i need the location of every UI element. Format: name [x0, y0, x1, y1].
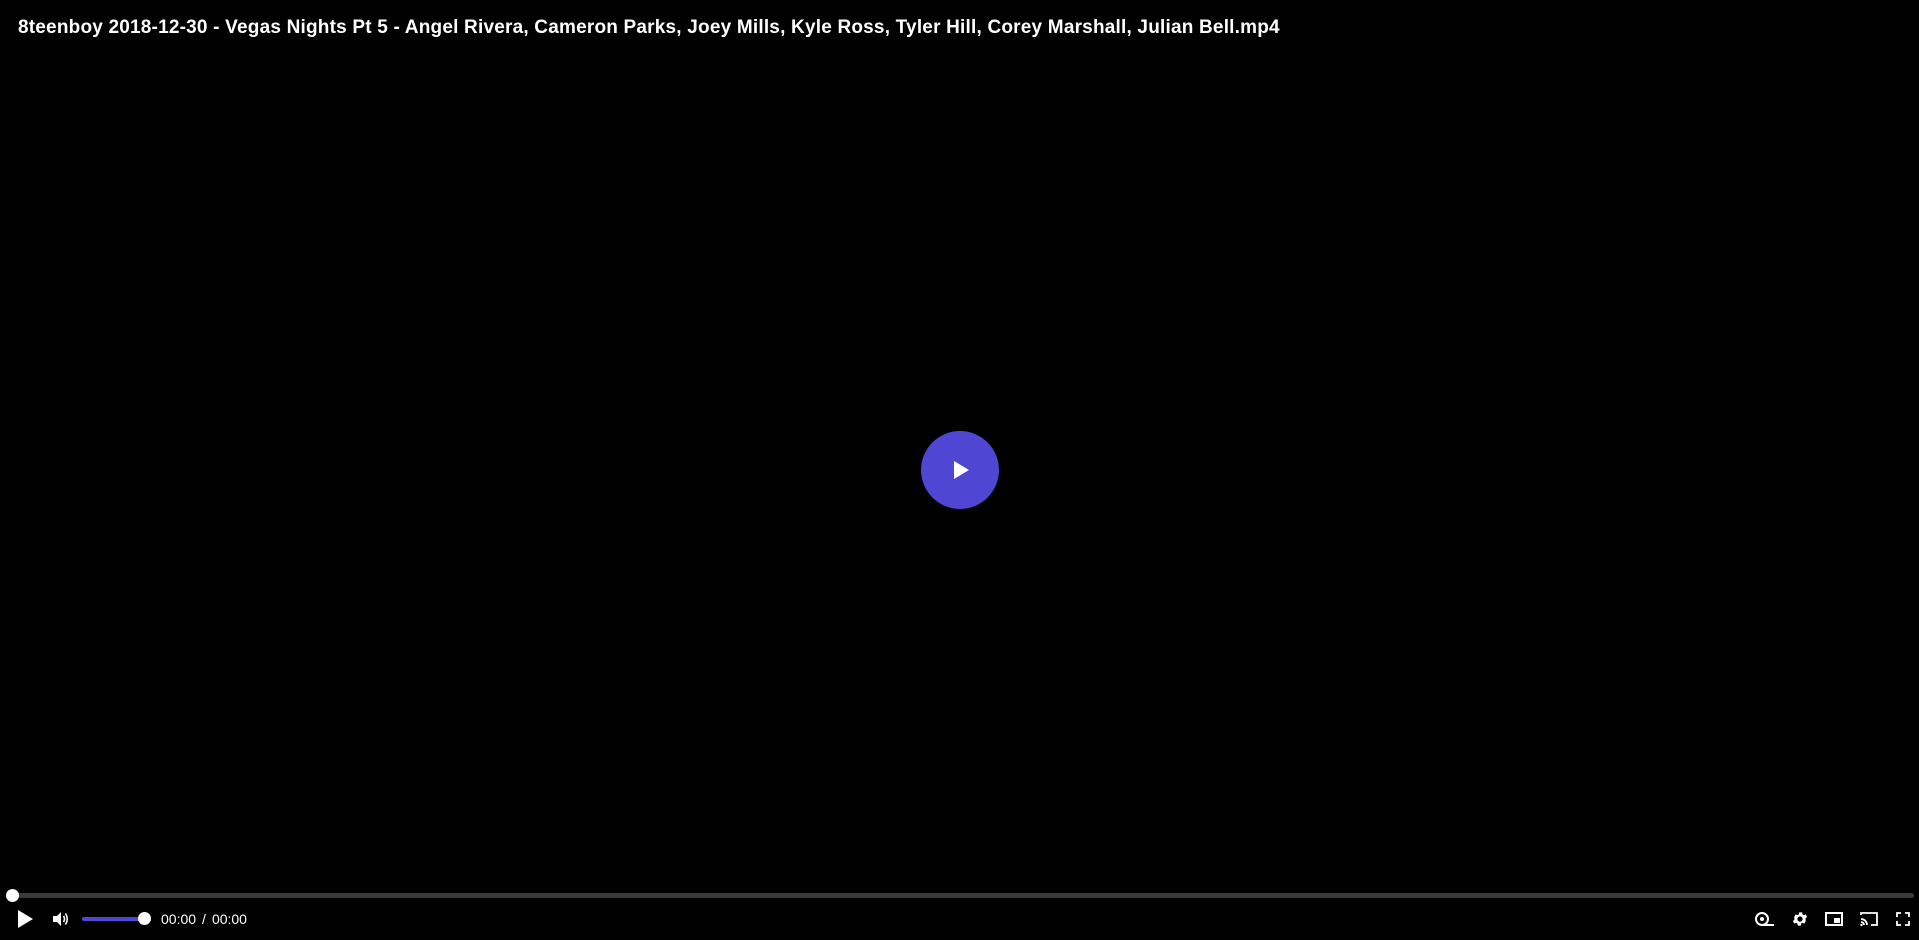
- playback-speed-icon: [1755, 912, 1774, 926]
- cast-icon: [1860, 912, 1878, 927]
- picture-in-picture-icon: [1825, 912, 1843, 926]
- play-button[interactable]: [14, 904, 36, 934]
- big-play-button[interactable]: [921, 431, 999, 509]
- time-display: 00:00 / 00:00: [161, 911, 247, 927]
- cast-button[interactable]: [1857, 908, 1881, 930]
- mute-button[interactable]: [50, 904, 72, 934]
- gear-icon: [1792, 912, 1808, 926]
- fullscreen-button[interactable]: [1891, 908, 1915, 930]
- video-player[interactable]: 8teenboy 2018-12-30 - Vegas Nights Pt 5 …: [0, 0, 1919, 940]
- progress-bar[interactable]: [6, 889, 1914, 902]
- pip-button[interactable]: [1822, 908, 1846, 930]
- settings-button[interactable]: [1788, 908, 1812, 930]
- video-title: 8teenboy 2018-12-30 - Vegas Nights Pt 5 …: [18, 17, 1280, 38]
- play-icon: [954, 461, 969, 479]
- volume-icon: [53, 912, 69, 926]
- duration: 00:00: [211, 911, 247, 927]
- control-bar: 00:00 / 00:00: [0, 904, 1919, 934]
- volume-slider[interactable]: [82, 912, 151, 925]
- play-icon: [18, 910, 33, 928]
- volume-knob[interactable]: [138, 912, 151, 925]
- current-time: 00:00: [161, 911, 197, 927]
- playback-speed-button[interactable]: [1753, 908, 1777, 930]
- progress-knob[interactable]: [6, 889, 19, 902]
- time-separator: /: [202, 911, 206, 927]
- fullscreen-icon: [1896, 912, 1910, 926]
